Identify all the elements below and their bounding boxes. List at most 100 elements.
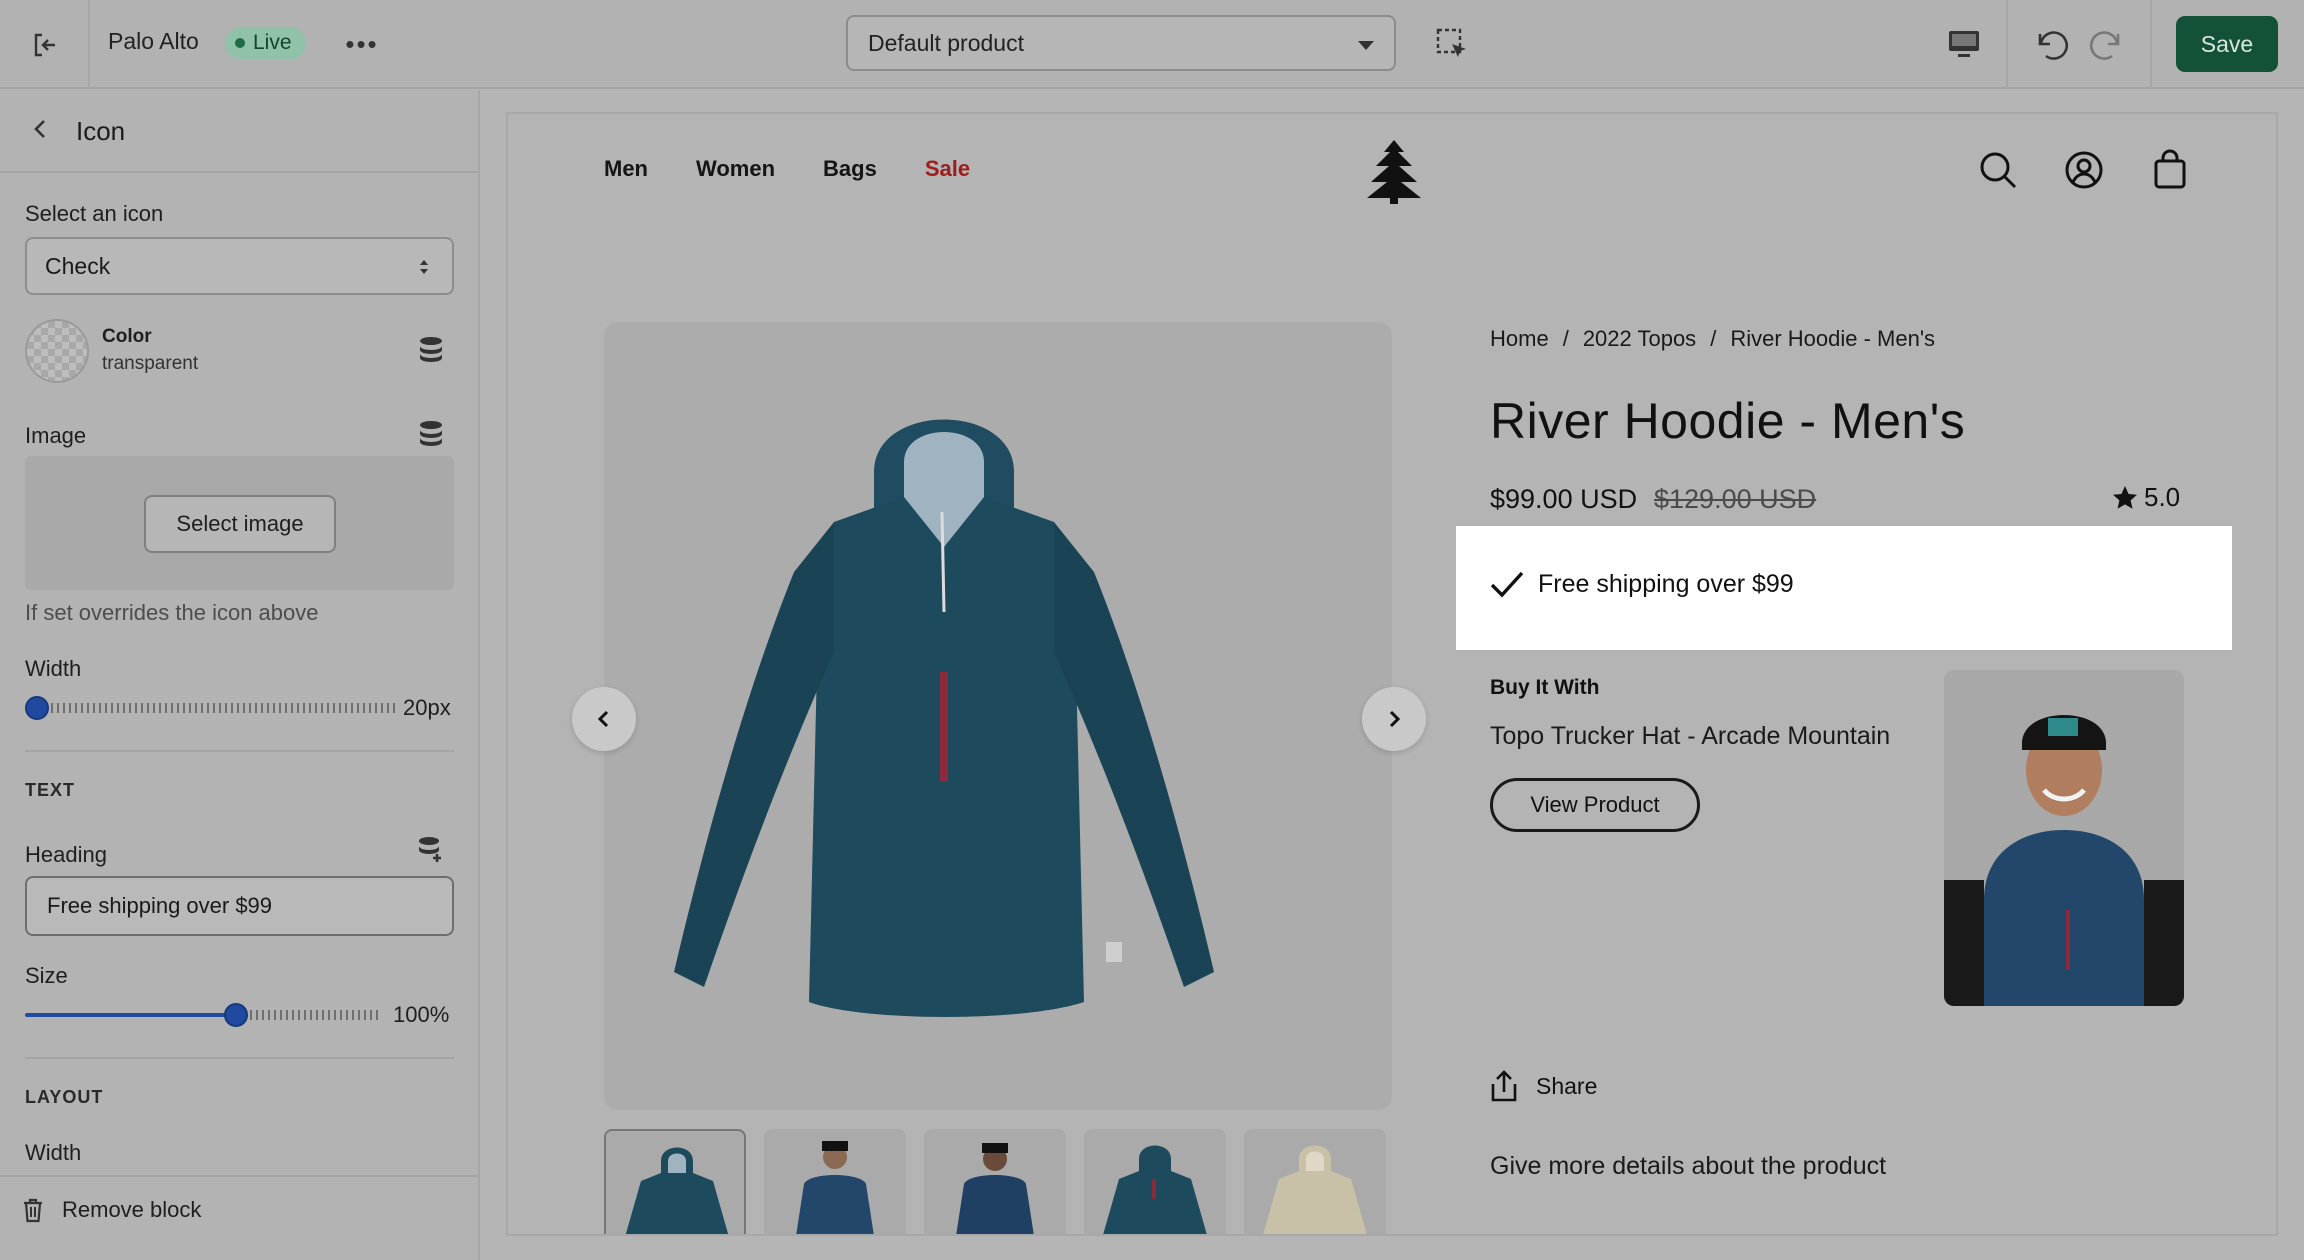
arrow-right-icon <box>1389 710 1401 728</box>
thumbnail[interactable] <box>604 1129 746 1234</box>
account-icon[interactable] <box>2062 148 2106 192</box>
slider-ticks <box>45 703 395 713</box>
rating-value: 5.0 <box>2144 482 2181 512</box>
select-image-button[interactable]: Select image <box>144 495 336 553</box>
updown-icon <box>420 260 428 274</box>
product-rating: 5.0 <box>2112 482 2180 513</box>
slider-thumb[interactable] <box>25 696 49 720</box>
related-product-image[interactable] <box>1944 670 2184 1006</box>
storefront-preview: Men Women Bags Sale Home / 2022 Topos / … <box>506 112 2278 1236</box>
thumbnail[interactable] <box>764 1129 906 1234</box>
live-status-badge: Live <box>225 27 306 59</box>
image-picker: Select image <box>25 456 454 590</box>
chevron-left-icon[interactable] <box>26 114 56 144</box>
width-label: Width <box>25 656 82 681</box>
select-icon-label: Select an icon <box>25 201 164 226</box>
layout-section-heading: LAYOUT <box>25 1087 104 1107</box>
model-image <box>1944 715 2184 1006</box>
size-slider[interactable] <box>25 1003 380 1027</box>
star-icon <box>2113 485 2137 509</box>
size-label: Size <box>25 963 68 988</box>
hoodie-thumbnail-image <box>625 1147 729 1234</box>
hoodie-image <box>674 419 1214 1017</box>
color-label: Color <box>102 326 152 347</box>
slider-ticks <box>250 1010 380 1020</box>
store-name: Palo Alto <box>108 28 199 54</box>
text-section-heading: TEXT <box>25 780 76 800</box>
breadcrumb-separator: / <box>1710 326 1717 351</box>
template-select[interactable]: Default product <box>846 15 1396 71</box>
color-swatch[interactable] <box>25 319 89 383</box>
bag-icon[interactable] <box>2148 148 2192 192</box>
product-details-text: Give more details about the product <box>1490 1152 1887 1180</box>
breadcrumb: Home / 2022 Topos / River Hoodie - Men's <box>1490 326 1935 352</box>
model-back-thumbnail-image <box>956 1143 1034 1234</box>
divider <box>88 0 90 89</box>
nav-link-sale[interactable]: Sale <box>925 156 970 182</box>
shipping-text: Free shipping over $99 <box>1538 570 1794 598</box>
heading-input[interactable]: Free shipping over $99 <box>25 876 454 936</box>
check-icon <box>1490 571 1524 598</box>
arrow-left-icon <box>597 710 609 728</box>
icon-select[interactable]: Check <box>25 237 454 295</box>
undo-icon[interactable] <box>2028 22 2072 66</box>
database-icon[interactable] <box>418 336 444 364</box>
remove-block-label: Remove block <box>62 1197 202 1222</box>
tree-logo-icon[interactable] <box>1366 140 1422 204</box>
inspect-icon[interactable] <box>1432 24 1472 64</box>
divider <box>2150 0 2152 89</box>
image-label: Image <box>25 423 87 448</box>
breadcrumb-home[interactable]: Home <box>1490 326 1549 352</box>
nav-link-men[interactable]: Men <box>604 156 648 182</box>
gallery-prev-button[interactable] <box>572 687 636 751</box>
breadcrumb-collection[interactable]: 2022 Topos <box>1583 326 1696 352</box>
selected-icon-block[interactable]: Free shipping over $99 <box>1456 526 2232 650</box>
block-settings-sidebar: Icon Select an icon Check Color transpar… <box>0 90 480 1260</box>
product-main-image[interactable] <box>604 322 1392 1110</box>
thumbnail[interactable] <box>1084 1129 1226 1234</box>
color-value: transparent <box>102 353 199 374</box>
buy-with-heading: Buy It With <box>1490 676 1600 699</box>
exit-editor-button[interactable] <box>22 22 68 68</box>
layout-width-label: Width <box>25 1140 82 1165</box>
image-help-text: If set overrides the icon above <box>25 600 319 625</box>
nav-link-bags[interactable]: Bags <box>823 156 877 182</box>
product-price: $99.00 USD <box>1490 484 1638 514</box>
related-product-name[interactable]: Topo Trucker Hat - Arcade Mountain <box>1490 722 1890 751</box>
thumbnail[interactable] <box>1244 1129 1386 1234</box>
hoodie-beige-thumbnail-image <box>1263 1145 1367 1234</box>
database-add-icon[interactable] <box>418 836 444 864</box>
divider <box>25 1057 454 1059</box>
database-icon[interactable] <box>418 420 444 448</box>
search-icon[interactable] <box>1976 148 2020 192</box>
remove-block-button[interactable]: Remove block <box>22 1197 201 1223</box>
slider-thumb[interactable] <box>224 1003 248 1027</box>
width-value: 20px <box>403 695 451 720</box>
width-slider[interactable] <box>25 696 395 720</box>
divider <box>25 750 454 752</box>
save-button[interactable]: Save <box>2176 16 2278 72</box>
gallery-next-button[interactable] <box>1362 687 1426 751</box>
thumbnail[interactable] <box>924 1129 1066 1234</box>
redo-icon[interactable] <box>2086 22 2130 66</box>
more-icon: ••• <box>345 28 379 59</box>
view-product-button[interactable]: View Product <box>1490 778 1700 832</box>
trash-icon <box>24 1198 42 1223</box>
sidebar-title: Icon <box>76 116 126 146</box>
share-label: Share <box>1536 1072 1598 1099</box>
breadcrumb-current: River Hoodie - Men's <box>1730 326 1936 351</box>
compare-at-price: $129.00 USD <box>1654 484 1817 514</box>
product-title: River Hoodie - Men's <box>1490 393 1966 449</box>
more-actions-button[interactable]: ••• <box>342 26 382 62</box>
remove-block-bar: Remove block <box>0 1175 478 1260</box>
exit-icon <box>34 33 55 57</box>
editor-topbar: Palo Alto Live ••• Default product Save <box>0 0 2304 89</box>
divider <box>0 171 478 173</box>
chevron-down-icon <box>1358 41 1374 50</box>
share-button[interactable]: Share <box>1490 1070 1597 1102</box>
nav-link-women[interactable]: Women <box>696 156 775 182</box>
share-icon <box>1491 1070 1517 1102</box>
live-badge-label: Live <box>253 31 292 54</box>
live-dot-icon <box>235 38 245 48</box>
desktop-icon[interactable] <box>1944 24 1984 64</box>
